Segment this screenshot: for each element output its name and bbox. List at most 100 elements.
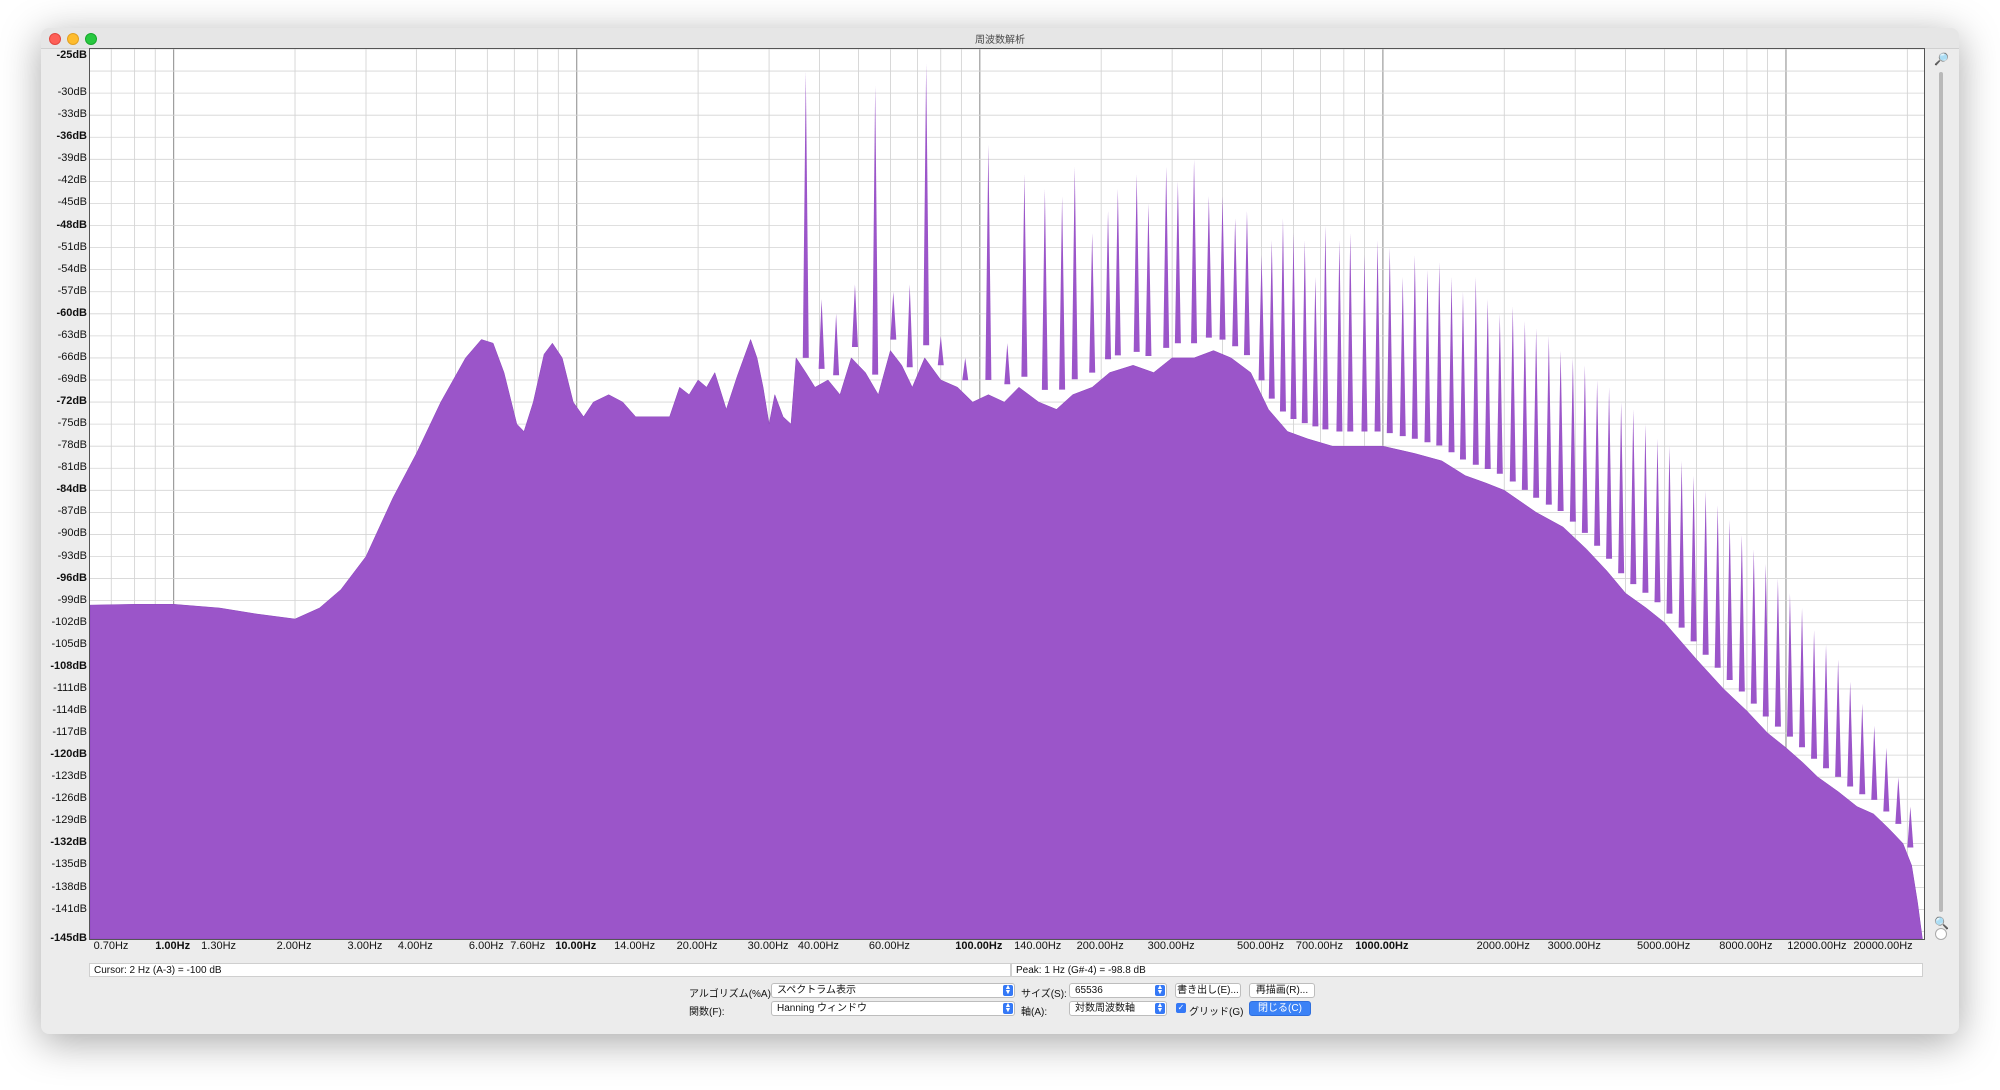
replot-button[interactable]: 再描画(R)... — [1249, 983, 1315, 998]
algorithm-label: アルゴリズム(%A): — [689, 989, 774, 1000]
spectrum-peak — [1726, 519, 1733, 680]
spectrum-peak — [1004, 343, 1011, 385]
spectrum-peak — [1089, 232, 1096, 373]
y-axis-labels: -25dB -30dB -33dB -36dB -39dB -42dB -45dB -48dB… — [41, 48, 87, 944]
y-tick-label: -84dB — [56, 483, 87, 496]
spectrum-peak — [1399, 277, 1406, 437]
spectrum-peak — [1630, 409, 1637, 585]
spectrum-peak — [923, 63, 930, 346]
spectrum-peak — [1786, 593, 1793, 737]
y-tick-label: -105dB — [51, 637, 87, 650]
y-tick-label: -45dB — [57, 196, 87, 209]
y-tick-label: -99dB — [57, 593, 87, 606]
spectrum-peak — [1859, 703, 1866, 795]
y-tick-label: -72dB — [56, 395, 87, 408]
y-tick-label: -66dB — [57, 350, 87, 363]
spectrum-peak — [1114, 188, 1121, 356]
spectrum-peak — [1258, 255, 1265, 381]
spectrum-peak — [1642, 424, 1649, 593]
spectrum-peak — [1290, 232, 1297, 419]
y-tick-label: -129dB — [51, 814, 87, 827]
y-tick-label: -48dB — [56, 218, 87, 231]
y-tick-label: -102dB — [51, 615, 87, 628]
spectrum-peak — [962, 357, 969, 381]
function-label: 関数(F): — [689, 1007, 725, 1018]
spectrum-peak — [1279, 218, 1286, 412]
algorithm-select[interactable]: スペクトラム表示 ▲ ▼ — [771, 983, 1015, 998]
function-select[interactable]: Hanning ウィンドウ ▲ ▼ — [771, 1001, 1015, 1016]
y-tick-label: -111dB — [53, 681, 87, 694]
y-tick-label: -87dB — [57, 505, 87, 518]
spectrum-peak — [802, 71, 809, 358]
vertical-zoom-bar: 🔎 🔍 — [1929, 48, 1953, 940]
x-tick-label: 20.00Hz — [676, 940, 718, 952]
y-tick-label: -114dB — [52, 703, 87, 716]
x-tick-label: 2.00Hz — [276, 940, 312, 952]
spectrum-peak — [1071, 166, 1078, 380]
zoom-slider-track[interactable] — [1939, 72, 1943, 912]
spectrum-peak — [1702, 490, 1709, 655]
select-arrows-icon: ▲ ▼ — [1003, 984, 1013, 996]
zoom-in-icon[interactable]: 🔎 — [1934, 52, 1949, 66]
window-title: 周波数解析 — [975, 35, 1025, 46]
spectrum-peak — [1714, 505, 1721, 668]
x-tick-label: 14.00Hz — [614, 940, 656, 952]
spectrum-peak — [1459, 291, 1466, 460]
y-tick-label: -36dB — [56, 130, 87, 143]
axis-label: 軸(A): — [1021, 1007, 1048, 1018]
spectrum-peak — [1361, 255, 1368, 432]
spectrum-peak — [1312, 277, 1319, 427]
y-tick-label: -96dB — [56, 571, 87, 584]
y-tick-label: -108dB — [50, 659, 87, 672]
spectrum-peak — [1472, 277, 1479, 465]
spectrum-peak — [1847, 681, 1854, 787]
spectrum-peak — [1835, 659, 1842, 777]
y-tick-label: -123dB — [51, 770, 87, 783]
spectrum-peak — [1105, 210, 1112, 360]
export-button[interactable]: 書き出し(E)... — [1175, 983, 1241, 998]
spectrum-peak — [1301, 240, 1308, 424]
spectrum-peak — [1521, 321, 1528, 490]
y-tick-label: -90dB — [57, 527, 87, 540]
spectrum-peak — [1205, 196, 1212, 338]
spectrum-peak — [1021, 174, 1028, 377]
spectrum-peak — [851, 284, 858, 347]
x-tick-label: 20000.00Hz — [1853, 940, 1913, 952]
y-tick-label: -60dB — [56, 306, 87, 319]
spectrum-peak — [1883, 747, 1890, 812]
y-tick-label: -120dB — [50, 748, 87, 761]
x-tick-label: 1.00Hz — [155, 940, 191, 952]
size-select[interactable]: 65536 ▲ ▼ — [1069, 983, 1167, 998]
y-tick-label: -42dB — [57, 174, 87, 187]
spectrum-peak — [1484, 299, 1491, 469]
spectrum-peak — [872, 85, 879, 375]
spectrum-peak — [1509, 306, 1516, 482]
x-tick-label: 30.00Hz — [747, 940, 789, 952]
y-tick-label: -81dB — [57, 461, 87, 474]
x-tick-label: 200.00Hz — [1076, 940, 1124, 952]
spectrum-plot[interactable] — [89, 48, 1925, 940]
spectrum-peak — [1411, 255, 1418, 439]
x-tick-label: 1000.00Hz — [1355, 940, 1409, 952]
x-tick-label: 1.30Hz — [201, 940, 237, 952]
spectrum-peak — [1690, 475, 1697, 642]
spectrum-chart — [90, 49, 1924, 939]
spectrum-peak — [1581, 365, 1588, 533]
spectrum-peak — [1738, 534, 1745, 692]
title-bar: 周波数解析 — [41, 28, 1959, 49]
grid-label: グリッド(G) — [1189, 1007, 1244, 1018]
y-tick-label: -57dB — [57, 284, 87, 297]
spectrum-peak — [1678, 460, 1685, 628]
zoom-out-icon[interactable]: 🔍 — [1934, 916, 1949, 930]
x-tick-label: 10.00Hz — [555, 940, 597, 952]
spectrum-peak — [1750, 549, 1757, 704]
size-label: サイズ(S): — [1021, 989, 1067, 1000]
spectrum-peak — [1041, 188, 1048, 390]
spectrum-peak — [1145, 203, 1152, 356]
axis-select[interactable]: 対数周波数軸 ▲ ▼ — [1069, 1001, 1167, 1016]
grid-checkbox[interactable]: ✓ — [1176, 1003, 1186, 1013]
x-tick-label: 100.00Hz — [955, 940, 1003, 952]
spectrum-peak — [1436, 262, 1443, 446]
spectrum-peak — [1618, 402, 1625, 574]
close-button[interactable]: 閉じる(C) — [1249, 1001, 1311, 1016]
